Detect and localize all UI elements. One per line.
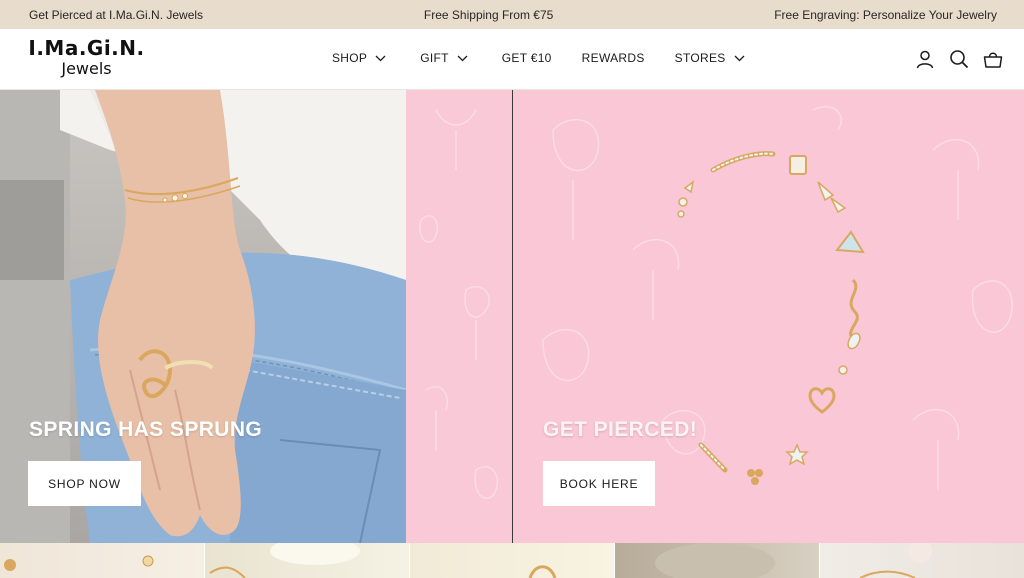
chevron-down-icon: [457, 55, 468, 61]
nav-item-rewards[interactable]: REWARDS: [582, 51, 645, 65]
chevron-down-icon: [375, 55, 386, 61]
earring-image: [209, 543, 360, 578]
earring-image: [528, 565, 557, 578]
nav-item-shop[interactable]: SHOP: [332, 51, 386, 65]
hero-title-spring: SPRING HAS SPRUNG: [29, 418, 263, 441]
announcement-right[interactable]: Free Engraving: Personalize Your Jewelry: [774, 8, 997, 22]
logo-main: I.Ma.Gi.N.: [28, 36, 145, 60]
cart-icon[interactable]: [983, 49, 1003, 69]
announcement-bar: Get Pierced at I.Ma.Gi.N. Jewels Free Sh…: [0, 0, 1024, 29]
nav-item-get10[interactable]: GET €10: [502, 51, 552, 65]
nav-item-label: GIFT: [420, 51, 449, 65]
hero-title-pierced: GET PIERCED!: [543, 418, 698, 441]
hero-pink-strip: [406, 90, 512, 543]
chevron-down-icon: [734, 55, 745, 61]
nav-item-gift[interactable]: GIFT: [420, 51, 468, 65]
logo[interactable]: I.Ma.Gi.N. Jewels: [24, 38, 149, 77]
product-tile[interactable]: [205, 543, 410, 578]
nav-item-label: REWARDS: [581, 51, 645, 65]
announcement-left[interactable]: Get Pierced at I.Ma.Gi.N. Jewels: [29, 8, 203, 22]
earring-image: [4, 555, 154, 571]
nav-item-label: GET €10: [501, 51, 552, 65]
site-header: I.Ma.Gi.N. Jewels SHOP GIFT GET €10 REWA…: [0, 29, 1024, 90]
announcement-center[interactable]: Free Shipping From €75: [424, 8, 553, 22]
search-icon[interactable]: [949, 49, 969, 69]
account-icon[interactable]: [915, 49, 935, 69]
product-tile[interactable]: [410, 543, 615, 578]
earring-image: [859, 543, 932, 578]
product-tile[interactable]: [820, 543, 1024, 578]
nav-item-label: SHOP: [332, 51, 368, 65]
main-nav: SHOP GIFT GET €10 REWARDS STORES: [332, 51, 745, 65]
product-tiles-row: [0, 543, 1024, 578]
product-tile[interactable]: [0, 543, 205, 578]
nav-item-label: STORES: [674, 51, 726, 65]
header-icons: [915, 49, 1003, 69]
earring-image: [655, 543, 775, 578]
shop-now-button[interactable]: SHOP NOW: [28, 461, 141, 506]
product-tile[interactable]: [615, 543, 820, 578]
book-here-button[interactable]: BOOK HERE: [543, 461, 655, 506]
floral-pattern: [419, 109, 498, 499]
nav-item-stores[interactable]: STORES: [675, 51, 745, 65]
logo-sub: Jewels: [61, 59, 112, 78]
